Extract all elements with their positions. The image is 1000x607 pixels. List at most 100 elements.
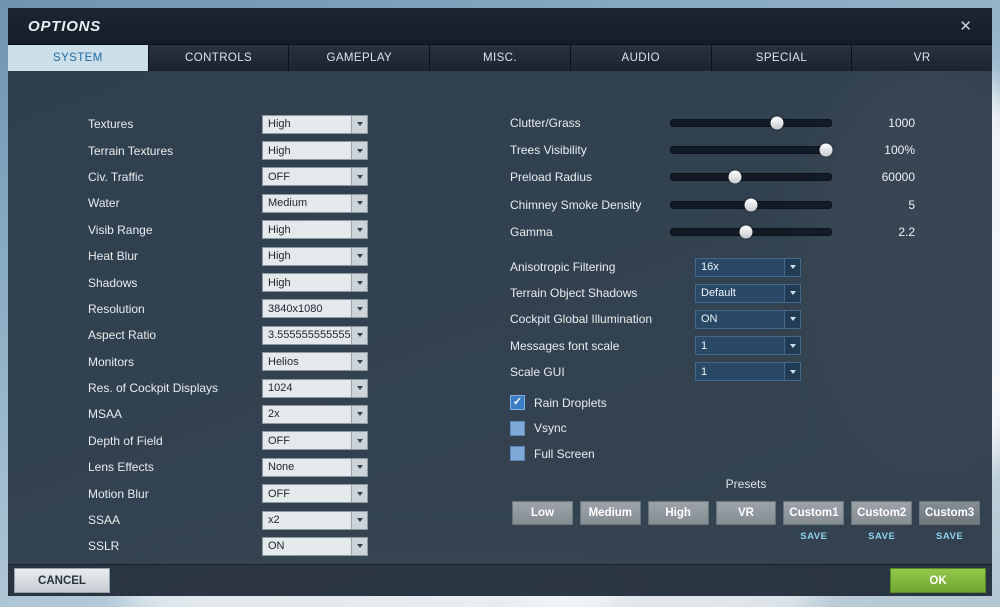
dropdown-value: High (268, 250, 291, 263)
save-label[interactable]: SAVE (936, 531, 963, 542)
preset-custom3-button[interactable]: Custom3 (919, 501, 981, 525)
setting-row-messages-font-scale: Messages font scale 1 (510, 333, 810, 359)
shadows-dropdown[interactable]: High (262, 273, 368, 293)
preset-vr-button[interactable]: VR (715, 501, 777, 525)
checkbox-label: Vsync (534, 421, 567, 436)
slider-thumb[interactable] (728, 170, 742, 184)
chevron-down-icon[interactable] (351, 168, 367, 186)
slider-thumb[interactable] (770, 116, 784, 130)
dropdown-value: OFF (268, 434, 290, 447)
depth-of-field-dropdown[interactable]: OFF (262, 431, 368, 451)
chevron-down-icon[interactable] (784, 310, 800, 328)
dropdown-value: Default (701, 287, 736, 300)
monitors-dropdown[interactable]: Helios (262, 352, 368, 372)
save-spacer (512, 531, 573, 542)
save-link-custom2[interactable]: SAVE (851, 531, 912, 542)
checkbox-label: Rain Droplets (534, 395, 607, 410)
chevron-down-icon[interactable] (351, 274, 367, 292)
chevron-down-icon[interactable] (351, 458, 367, 476)
msaa-dropdown[interactable]: 2x (262, 404, 368, 424)
gamma-slider[interactable] (670, 225, 832, 239)
tab-special[interactable]: SPECIAL (711, 45, 853, 71)
chevron-down-icon[interactable] (351, 405, 367, 423)
save-label[interactable]: SAVE (800, 531, 827, 542)
chevron-down-icon[interactable] (351, 511, 367, 529)
clutter-grass-slider[interactable] (670, 116, 832, 130)
ssaa-dropdown[interactable]: x2 (262, 510, 368, 530)
motion-blur-dropdown[interactable]: OFF (262, 484, 368, 504)
water-dropdown[interactable]: Medium (262, 193, 368, 213)
slider-thumb[interactable] (744, 198, 758, 212)
resolution-dropdown[interactable]: 3840x1080 (262, 299, 368, 319)
chimney-smoke-density-slider[interactable] (670, 198, 832, 212)
chevron-down-icon[interactable] (351, 432, 367, 450)
preset-custom1-button[interactable]: Custom1 (783, 501, 845, 525)
rain-droplets-checkbox[interactable]: ✓ (510, 395, 525, 411)
tab-vr[interactable]: VR (852, 45, 993, 71)
chevron-down-icon[interactable] (784, 337, 800, 355)
dropdown-value: High (268, 144, 291, 157)
chevron-down-icon[interactable] (351, 247, 367, 265)
lens-effects-dropdown[interactable]: None (262, 457, 368, 477)
res-of-cockpit-displays-dropdown[interactable]: 1024 (262, 378, 368, 398)
terrain-textures-dropdown[interactable]: High (262, 141, 368, 161)
chevron-down-icon[interactable] (351, 379, 367, 397)
setting-row-scale-gui: Scale GUI 1 (510, 359, 810, 385)
dropdown-value: 16x (701, 261, 719, 274)
chevron-down-icon[interactable] (351, 537, 367, 555)
chevron-down-icon[interactable] (351, 221, 367, 239)
chevron-down-icon[interactable] (351, 142, 367, 160)
slider-thumb[interactable] (819, 143, 833, 157)
tab-system[interactable]: SYSTEM (8, 45, 149, 71)
civ-traffic-dropdown[interactable]: OFF (262, 167, 368, 187)
visib-range-dropdown[interactable]: High (262, 220, 368, 240)
slider-label: Trees Visibility (510, 143, 587, 158)
messages-font-scale-dropdown[interactable]: 1 (695, 336, 801, 356)
anisotropic-filtering-dropdown[interactable]: 16x (695, 257, 801, 277)
slider-label: Preload Radius (510, 170, 593, 185)
dropdown-value: High (268, 118, 291, 131)
chevron-down-icon[interactable] (784, 284, 800, 302)
chevron-down-icon[interactable] (351, 485, 367, 503)
chevron-down-icon[interactable] (351, 326, 367, 344)
preset-low-button[interactable]: Low (512, 501, 573, 525)
chevron-down-icon[interactable] (351, 194, 367, 212)
setting-row-shadows: Shadows High (88, 269, 468, 295)
chevron-down-icon[interactable] (351, 300, 367, 318)
preset-medium-button[interactable]: Medium (579, 501, 641, 525)
preset-custom2-button[interactable]: Custom2 (851, 501, 913, 525)
tab-controls[interactable]: CONTROLS (148, 45, 290, 71)
full-screen-checkbox[interactable] (510, 446, 525, 462)
chevron-down-icon[interactable] (351, 115, 367, 133)
save-link-custom1[interactable]: SAVE (783, 531, 844, 542)
heat-blur-dropdown[interactable]: High (262, 246, 368, 266)
cockpit-global-illumination-dropdown[interactable]: ON (695, 309, 801, 329)
setting-label: Motion Blur (88, 486, 149, 501)
tab-gameplay[interactable]: GAMEPLAY (289, 45, 431, 71)
aspect-ratio-dropdown[interactable]: 3.5555555555556 (262, 325, 368, 345)
tab-misc[interactable]: MISC. (430, 45, 571, 71)
save-link-custom3[interactable]: SAVE (919, 531, 980, 542)
close-icon[interactable]: ✕ (959, 19, 972, 34)
sslr-dropdown[interactable]: ON (262, 536, 368, 556)
textures-dropdown[interactable]: High (262, 114, 368, 134)
save-label[interactable]: SAVE (868, 531, 895, 542)
scale-gui-dropdown[interactable]: 1 (695, 362, 801, 382)
chevron-down-icon[interactable] (784, 258, 800, 276)
chevron-down-icon[interactable] (784, 363, 800, 381)
preload-radius-slider[interactable] (670, 170, 832, 184)
terrain-object-shadows-dropdown[interactable]: Default (695, 283, 801, 303)
cancel-button[interactable]: CANCEL (14, 568, 110, 593)
slider-thumb[interactable] (739, 225, 753, 239)
ok-button[interactable]: OK (890, 568, 986, 593)
slider-row-chimney-smoke-density: Chimney Smoke Density 5 (510, 191, 915, 218)
setting-label: Water (88, 196, 120, 211)
preset-buttons: Low Medium High VR Custom1 Custom2 Custom3 (512, 501, 981, 525)
setting-label: Aspect Ratio (88, 328, 157, 343)
setting-label: Anisotropic Filtering (510, 260, 616, 275)
trees-visibility-slider[interactable] (670, 143, 833, 157)
chevron-down-icon[interactable] (351, 353, 367, 371)
tab-audio[interactable]: AUDIO (570, 45, 712, 71)
preset-high-button[interactable]: High (647, 501, 709, 525)
vsync-checkbox[interactable] (510, 420, 525, 436)
